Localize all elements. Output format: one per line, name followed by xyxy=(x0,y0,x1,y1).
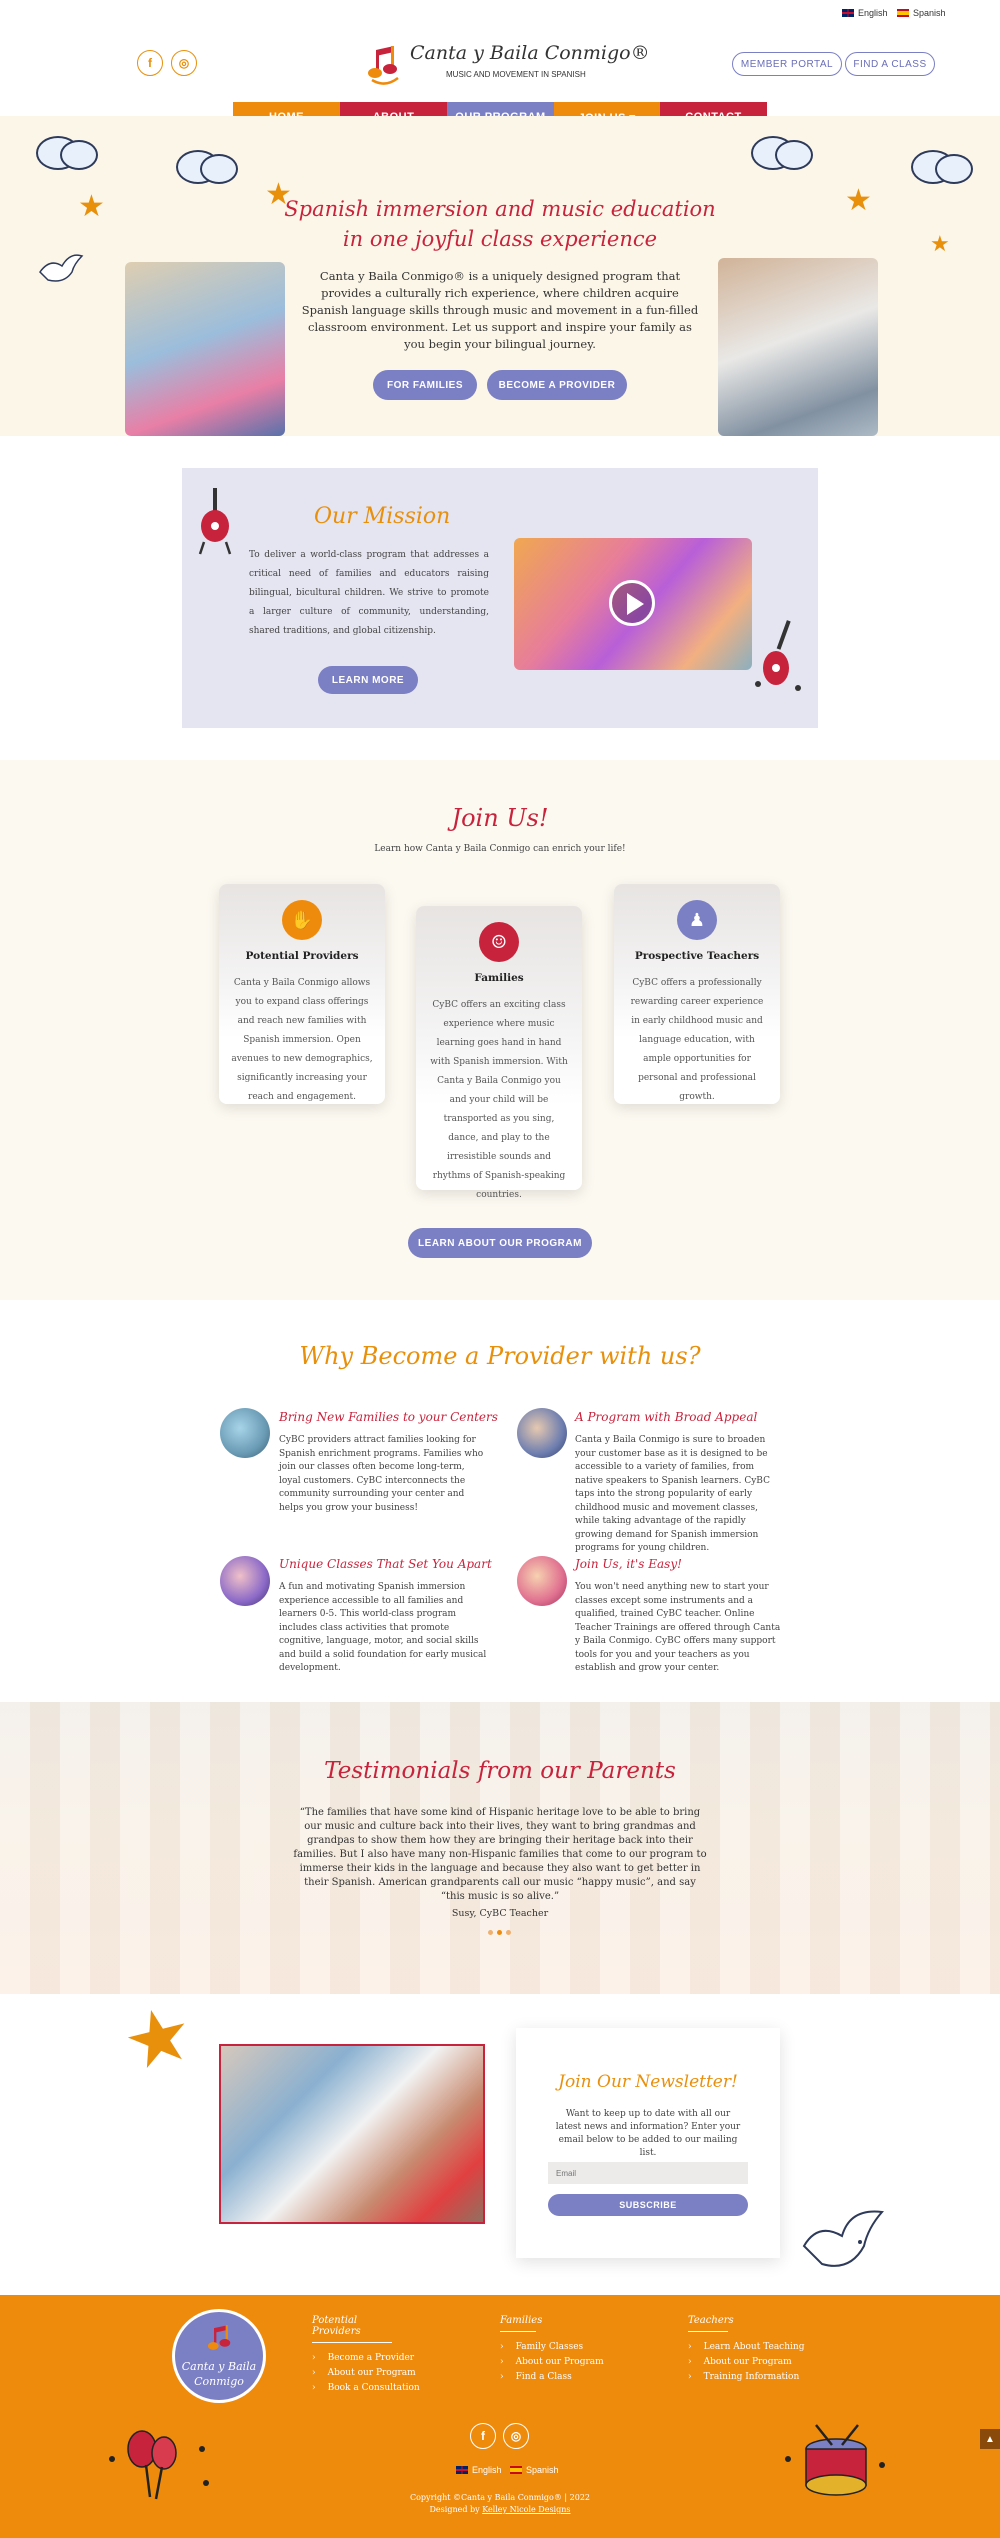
copyright: Copyright ©Canta y Baila Conmigo® | 2022 xyxy=(409,2493,590,2502)
star-icon: ★ xyxy=(114,1986,202,2089)
family-icon: ☺ xyxy=(479,922,519,962)
find-class-button[interactable]: FIND A CLASS xyxy=(845,52,935,76)
language-en-link[interactable]: English xyxy=(842,8,888,18)
avatar xyxy=(220,1556,270,1606)
facebook-icon[interactable]: f xyxy=(137,50,163,76)
learn-more-button[interactable]: LEARN MORE xyxy=(318,666,418,694)
chevron-up-icon: ▲ xyxy=(985,2433,995,2445)
cloud-icon xyxy=(745,128,815,170)
footer-link[interactable]: About our Program xyxy=(312,2368,420,2378)
footer-instagram-icon[interactable]: ◎ xyxy=(503,2423,529,2449)
hand-giving-icon: ✋ xyxy=(282,900,322,940)
footer-link[interactable]: Family Classes xyxy=(500,2342,604,2352)
footer-link[interactable]: Training Information xyxy=(688,2372,804,2382)
guitar-character-icon xyxy=(755,620,801,691)
hero-photo-mother-daughter xyxy=(125,262,285,436)
footer-column-providers: Potential Providers Become a Provider Ab… xyxy=(312,2315,420,2398)
carousel-dots xyxy=(488,1930,514,1936)
uk-flag-icon xyxy=(842,9,854,17)
footer-language-en-link[interactable]: English xyxy=(456,2465,502,2475)
newsletter-title: Join Our Newsletter! xyxy=(558,2072,738,2092)
testimonial-author: Susy, CyBC Teacher xyxy=(451,1908,549,1919)
designed-by: Designed by Kelley Nicole Designs xyxy=(429,2505,571,2514)
teacher-icon: ♟ xyxy=(677,900,717,940)
star-icon: ★ xyxy=(845,183,872,218)
footer-logo[interactable]: Canta y Baila Conmigo xyxy=(172,2309,266,2403)
designer-link[interactable]: Kelley Nicole Designs xyxy=(482,2505,570,2514)
testimonials-title: Testimonials from our Parents xyxy=(324,1758,676,1784)
brand-tagline: MUSIC AND MOVEMENT IN SPANISH xyxy=(446,70,586,79)
card-families[interactable]: ☺ Families CyBC offers an exciting class… xyxy=(416,906,582,1200)
newsletter-body: Want to keep up to date with all our lat… xyxy=(555,2109,741,2158)
music-note-logo-icon xyxy=(207,2325,231,2350)
spain-flag-icon xyxy=(897,9,909,17)
for-families-button[interactable]: FOR FAMILIES xyxy=(373,370,477,400)
hero-photo-father-son xyxy=(718,258,878,436)
footer-facebook-icon[interactable]: f xyxy=(470,2423,496,2449)
footer-column-teachers: Teachers Learn About Teaching About our … xyxy=(688,2315,804,2387)
cloud-icon xyxy=(170,142,240,184)
mission-title: Our Mission xyxy=(314,504,451,529)
join-subtitle: Learn how Canta y Baila Conmigo can enri… xyxy=(374,844,626,854)
footer-link[interactable]: Learn About Teaching xyxy=(688,2342,805,2352)
dove-icon xyxy=(39,254,84,282)
music-note-logo-icon xyxy=(368,46,399,85)
learn-about-program-button[interactable]: LEARN ABOUT OUR PROGRAM xyxy=(408,1228,592,1258)
dove-icon xyxy=(802,2210,884,2267)
avatar xyxy=(220,1408,270,1458)
hero-body: Canta y Baila Conmigo® is a uniquely des… xyxy=(301,269,699,351)
footer: Canta y Baila Conmigo Potential Provider… xyxy=(0,2295,1000,2538)
star-icon: ★ xyxy=(930,232,950,257)
join-title: Join Us! xyxy=(451,804,549,832)
newsletter-photo xyxy=(219,2044,485,2224)
avatar xyxy=(517,1408,567,1458)
carousel-dot[interactable] xyxy=(488,1930,493,1935)
avatar xyxy=(517,1556,567,1606)
cloud-icon xyxy=(30,128,100,170)
footer-column-families: Families Family Classes About our Progra… xyxy=(500,2315,604,2387)
star-icon: ★ xyxy=(78,189,105,224)
testimonials-section: Testimonials from our Parents “The famil… xyxy=(0,1702,1000,1994)
become-provider-button[interactable]: BECOME A PROVIDER xyxy=(487,370,627,400)
subscribe-button[interactable]: SUBSCRIBE xyxy=(548,2194,748,2216)
email-input[interactable] xyxy=(548,2162,748,2184)
cloud-icon xyxy=(905,142,975,184)
mission-video[interactable] xyxy=(514,538,752,670)
brand-logo[interactable]: Canta y Baila Conmigo® MUSIC AND MOVEMEN… xyxy=(368,40,650,90)
newsletter-card: Join Our Newsletter! Want to keep up to … xyxy=(516,2028,780,2258)
footer-link[interactable]: Become a Provider xyxy=(312,2353,420,2363)
carousel-dot[interactable] xyxy=(497,1930,502,1935)
brand-name: Canta y Baila Conmigo® xyxy=(410,42,650,64)
scroll-to-top-button[interactable]: ▲ xyxy=(980,2429,1000,2449)
footer-link[interactable]: About our Program xyxy=(500,2357,604,2367)
card-potential-providers[interactable]: ✋ Potential Providers Canta y Baila Conm… xyxy=(219,884,385,1104)
card-prospective-teachers[interactable]: ♟ Prospective Teachers CyBC offers a pro… xyxy=(614,884,780,1104)
hero-title: Spanish immersion and music education in… xyxy=(284,197,716,251)
instagram-icon[interactable]: ◎ xyxy=(171,50,197,76)
carousel-dot[interactable] xyxy=(506,1930,511,1935)
guitar-character-icon xyxy=(198,488,232,555)
play-button-icon[interactable] xyxy=(609,580,655,626)
join-section: Join Us! Learn how Canta y Baila Conmigo… xyxy=(0,760,1000,1300)
member-portal-button[interactable]: MEMBER PORTAL xyxy=(732,52,842,76)
testimonial-quote: “The families that have some kind of His… xyxy=(293,1807,707,1902)
language-es-link[interactable]: Spanish xyxy=(897,8,946,18)
footer-link[interactable]: Book a Consultation xyxy=(312,2383,420,2393)
spain-flag-icon xyxy=(510,2466,522,2474)
mission-body: To deliver a world-class program that ad… xyxy=(249,550,489,636)
mission-section: Our Mission To deliver a world-class pro… xyxy=(182,468,818,728)
hero-section: ★ ★ ★ ★ Spanish immersion and music educ… xyxy=(0,116,1000,436)
footer-link[interactable]: About our Program xyxy=(688,2357,804,2367)
footer-link[interactable]: Find a Class xyxy=(500,2372,604,2382)
uk-flag-icon xyxy=(456,2466,468,2474)
footer-language-es-link[interactable]: Spanish xyxy=(510,2465,559,2475)
why-title: Why Become a Provider with us? xyxy=(299,1342,701,1370)
